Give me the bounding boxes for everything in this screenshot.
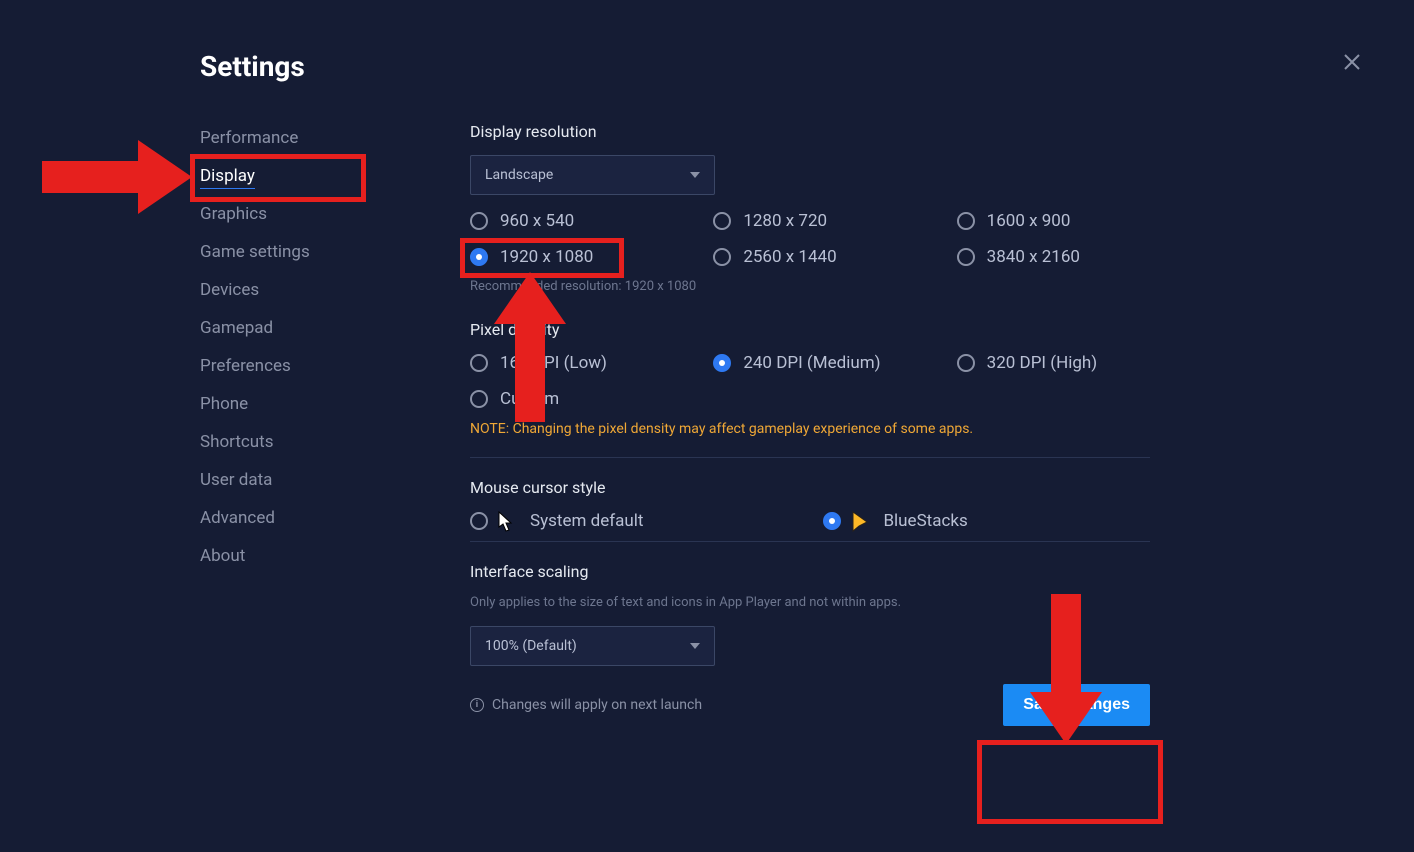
nav-item-game-settings[interactable]: Game settings xyxy=(200,233,310,271)
resolution-option[interactable]: 3840 x 2160 xyxy=(957,247,1190,267)
divider xyxy=(470,541,1150,542)
resolution-option-label: 1920 x 1080 xyxy=(500,247,593,267)
radio-icon xyxy=(713,354,731,372)
density-label: Pixel density xyxy=(470,320,1190,339)
nav-item-shortcuts[interactable]: Shortcuts xyxy=(200,423,274,461)
close-button[interactable] xyxy=(1342,52,1362,72)
cursor-bluestacks-label: BlueStacks xyxy=(883,511,967,531)
nav-item-advanced[interactable]: Advanced xyxy=(200,499,275,537)
radio-icon xyxy=(823,512,841,530)
radio-icon xyxy=(470,390,488,408)
divider xyxy=(470,457,1150,458)
scaling-value: 100% (Default) xyxy=(485,638,577,654)
cursor-options: System default BlueStacks xyxy=(470,511,1190,531)
scaling-dropdown[interactable]: 100% (Default) xyxy=(470,626,715,666)
nav-item-graphics[interactable]: Graphics xyxy=(200,195,267,233)
radio-icon xyxy=(470,354,488,372)
density-option[interactable]: 320 DPI (High) xyxy=(957,353,1190,373)
cursor-option-system[interactable]: System default xyxy=(470,511,643,531)
radio-icon xyxy=(470,512,488,530)
resolution-option[interactable]: 1920 x 1080 xyxy=(470,247,703,267)
orientation-dropdown[interactable]: Landscape xyxy=(470,155,715,195)
page-title: Settings xyxy=(200,50,470,83)
radio-icon xyxy=(957,248,975,266)
radio-icon xyxy=(957,354,975,372)
density-option-label: 240 DPI (Medium) xyxy=(743,353,880,373)
resolution-option-label: 960 x 540 xyxy=(500,211,574,231)
save-changes-button[interactable]: Save changes xyxy=(1003,684,1150,726)
settings-main: Display resolution Landscape 960 x 540 12… xyxy=(470,50,1190,812)
nav-list: PerformanceDisplayGraphicsGame settingsD… xyxy=(200,119,470,575)
info-icon: i xyxy=(470,698,484,712)
nav-item-phone[interactable]: Phone xyxy=(200,385,248,423)
radio-icon xyxy=(713,212,731,230)
resolution-label: Display resolution xyxy=(470,122,1190,141)
density-option-label: Custom xyxy=(500,389,559,409)
cursor-label: Mouse cursor style xyxy=(470,478,1190,497)
resolution-recommended: Recommended resolution: 1920 x 1080 xyxy=(470,279,1190,294)
nav-item-performance[interactable]: Performance xyxy=(200,119,298,157)
resolution-option[interactable]: 2560 x 1440 xyxy=(713,247,946,267)
resolution-option-label: 1600 x 900 xyxy=(987,211,1071,231)
resolution-option-label: 3840 x 2160 xyxy=(987,247,1080,267)
nav-item-about[interactable]: About xyxy=(200,537,245,575)
nav-item-gamepad[interactable]: Gamepad xyxy=(200,309,273,347)
density-option-label: 160 DPI (Low) xyxy=(500,353,607,373)
launch-info-text: Changes will apply on next launch xyxy=(492,697,702,713)
density-option[interactable]: Custom xyxy=(470,389,703,409)
resolution-option-label: 1280 x 720 xyxy=(743,211,827,231)
density-options: 160 DPI (Low) 240 DPI (Medium) 320 DPI (Hi… xyxy=(470,353,1190,409)
scaling-hint: Only applies to the size of text and ico… xyxy=(470,595,1190,610)
resolution-option[interactable]: 1280 x 720 xyxy=(713,211,946,231)
orientation-value: Landscape xyxy=(485,167,553,183)
scaling-label: Interface scaling xyxy=(470,562,1190,581)
chevron-down-icon xyxy=(690,643,700,649)
radio-icon xyxy=(713,248,731,266)
radio-icon xyxy=(470,212,488,230)
settings-sidebar: Settings PerformanceDisplayGraphicsGame … xyxy=(200,50,470,812)
density-note: NOTE: Changing the pixel density may aff… xyxy=(470,421,1190,437)
nav-item-display[interactable]: Display xyxy=(200,157,255,195)
launch-info: i Changes will apply on next launch xyxy=(470,697,702,713)
nav-item-user-data[interactable]: User data xyxy=(200,461,272,499)
resolution-option[interactable]: 960 x 540 xyxy=(470,211,703,231)
density-option[interactable]: 160 DPI (Low) xyxy=(470,353,703,373)
cursor-system-label: System default xyxy=(530,511,643,531)
cursor-option-bluestacks[interactable]: BlueStacks xyxy=(823,511,967,531)
resolution-option-label: 2560 x 1440 xyxy=(743,247,836,267)
chevron-down-icon xyxy=(690,172,700,178)
radio-icon xyxy=(957,212,975,230)
nav-item-devices[interactable]: Devices xyxy=(200,271,259,309)
radio-icon xyxy=(470,248,488,266)
density-option[interactable]: 240 DPI (Medium) xyxy=(713,353,946,373)
resolution-options: 960 x 540 1280 x 720 1600 x 900 1920 x 1080… xyxy=(470,211,1190,267)
footer: i Changes will apply on next launch Save… xyxy=(470,684,1150,726)
density-option-label: 320 DPI (High) xyxy=(987,353,1098,373)
nav-item-preferences[interactable]: Preferences xyxy=(200,347,291,385)
resolution-option[interactable]: 1600 x 900 xyxy=(957,211,1190,231)
